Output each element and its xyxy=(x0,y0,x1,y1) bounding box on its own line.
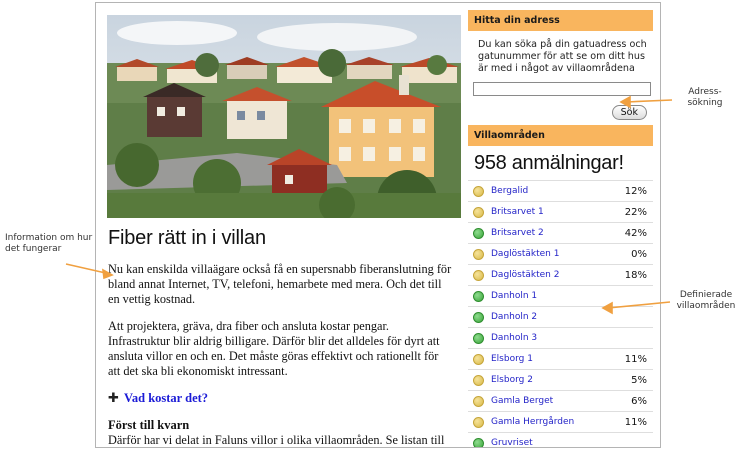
status-dot-icon xyxy=(473,395,484,407)
villa-area-link[interactable]: Elsborg 1 xyxy=(491,354,607,364)
status-dot-icon xyxy=(473,374,484,386)
status-dot-icon xyxy=(473,185,484,197)
villa-area-row: Gruvriset xyxy=(468,433,653,447)
villa-area-row: Elsborg 1 11% xyxy=(468,349,653,370)
villa-area-row: Gamla Berget 6% xyxy=(468,391,653,412)
villa-area-percent: 18% xyxy=(624,269,647,281)
villa-area-percent: 5% xyxy=(631,374,647,386)
villa-area-link[interactable]: Danholn 3 xyxy=(491,333,607,343)
villa-area-percent: 42% xyxy=(624,227,647,239)
status-dot-icon xyxy=(473,269,484,281)
villa-area-percent: 11% xyxy=(624,416,647,428)
villa-area-percent: 12% xyxy=(624,185,647,197)
villa-area-percent: 22% xyxy=(624,206,647,218)
intro-paragraph: Nu kan enskilda villaägare också få en s… xyxy=(108,262,452,306)
villa-area-link[interactable]: Danholn 2 xyxy=(491,312,607,322)
status-dot-icon xyxy=(473,437,484,447)
plus-icon: ✚ xyxy=(108,391,119,406)
article: Fiber rätt in i villan Nu kan enskilda v… xyxy=(108,227,453,447)
villa-area-link[interactable]: Britsarvet 1 xyxy=(491,207,607,217)
cost-paragraph: Att projektera, gräva, dra fiber och ans… xyxy=(108,319,440,378)
villa-area-link[interactable]: Danholn 1 xyxy=(491,291,607,301)
villa-area-row: Danholn 3 xyxy=(468,328,653,349)
villa-areas-list: Bergalid 12% Britsarvet 1 22% Britsarvet 2 42… xyxy=(468,180,653,447)
search-button-row: Sök xyxy=(468,96,653,120)
status-dot-icon xyxy=(473,332,484,344)
search-description: Du kan söka på din gatuadress och gatunu… xyxy=(478,39,647,74)
hero-photo xyxy=(107,15,461,218)
status-dot-icon xyxy=(473,311,484,323)
villa-area-row: Danholn 1 xyxy=(468,286,653,307)
page-frame: Fiber rätt in i villan Nu kan enskilda v… xyxy=(95,2,661,448)
cost-link-row[interactable]: ✚ Vad kostar det? xyxy=(108,391,453,406)
status-dot-icon xyxy=(473,353,484,365)
villa-area-row: Danholn 2 xyxy=(468,307,653,328)
villa-area-row: Britsarvet 1 22% xyxy=(468,202,653,223)
villa-area-row: Elsborg 2 5% xyxy=(468,370,653,391)
villa-area-link[interactable]: Daglöstäkten 1 xyxy=(491,249,607,259)
status-dot-icon xyxy=(473,248,484,260)
cost-link[interactable]: Vad kostar det? xyxy=(124,391,208,406)
status-dot-icon xyxy=(473,206,484,218)
villa-areas-header: Villaområden xyxy=(468,125,653,146)
annotation-info: Information om hur det fungerar xyxy=(5,233,93,254)
annotation-address-search: Adress- sökning xyxy=(687,87,723,108)
villa-area-link[interactable]: Elsborg 2 xyxy=(491,375,607,385)
search-button[interactable]: Sök xyxy=(611,105,647,120)
status-dot-icon xyxy=(473,416,484,428)
villa-area-row: Daglöstäkten 1 0% xyxy=(468,244,653,265)
villa-area-link[interactable]: Daglöstäkten 2 xyxy=(491,270,607,280)
villa-area-row: Bergalid 12% xyxy=(468,181,653,202)
status-dot-icon xyxy=(473,290,484,302)
villa-area-link[interactable]: Gamla Berget xyxy=(491,396,607,406)
registration-count: 958 anmälningar! xyxy=(474,152,624,174)
villa-area-link[interactable]: Bergalid xyxy=(491,186,607,196)
villa-area-percent: 6% xyxy=(631,395,647,407)
villa-area-link[interactable]: Gruvriset xyxy=(491,438,607,447)
sidebar: Hitta din adress Du kan söka på din gatu… xyxy=(468,10,653,447)
first-come-heading: Först till kvarn xyxy=(108,418,190,432)
villa-area-percent: 0% xyxy=(631,248,647,260)
villa-area-row: Britsarvet 2 42% xyxy=(468,223,653,244)
villa-area-row: Daglöstäkten 2 18% xyxy=(468,265,653,286)
annotation-villa-areas: Definierade villaområden xyxy=(676,290,736,311)
villa-area-row: Gamla Herrgården 11% xyxy=(468,412,653,433)
villa-area-percent: 11% xyxy=(624,353,647,365)
areas-paragraph: Därför har vi delat in Faluns villor i o… xyxy=(108,433,445,447)
status-dot-icon xyxy=(473,227,484,239)
villa-area-link[interactable]: Britsarvet 2 xyxy=(491,228,607,238)
address-search-input[interactable] xyxy=(473,82,651,96)
page-title: Fiber rätt in i villan xyxy=(108,227,266,249)
search-box-header: Hitta din adress xyxy=(468,10,653,31)
villa-area-link[interactable]: Gamla Herrgården xyxy=(491,417,607,427)
